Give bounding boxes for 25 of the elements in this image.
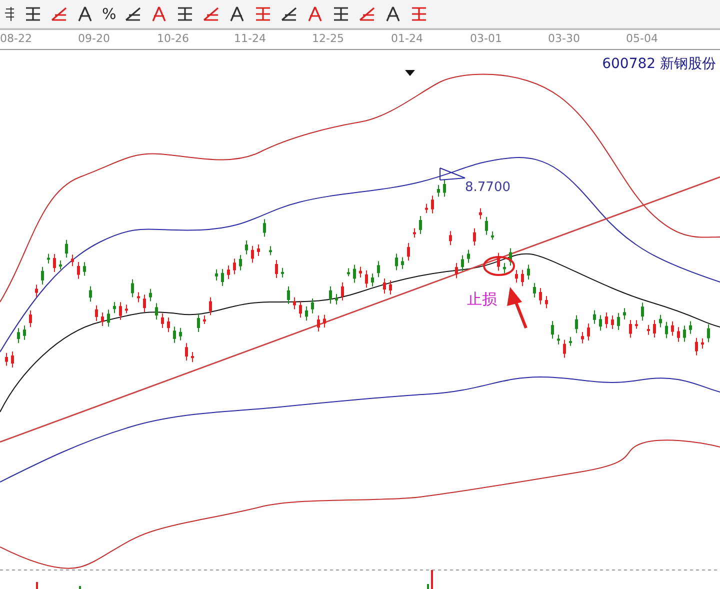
- date-label: 10-26: [157, 32, 189, 45]
- date-label: 08-22: [0, 32, 32, 45]
- toolbar-icon[interactable]: [280, 5, 298, 23]
- stop-loss-label: 止损: [467, 290, 497, 308]
- date-label: 12-25: [312, 32, 344, 45]
- toolbar-icon[interactable]: [332, 5, 350, 23]
- toolbar-icon[interactable]: [176, 5, 194, 23]
- cursor-marker-icon: [405, 70, 415, 76]
- date-label: 09-20: [78, 32, 110, 45]
- toolbar-icon[interactable]: [24, 5, 42, 23]
- date-label: 03-01: [470, 32, 502, 45]
- stock-title: 600782 新钢股份: [602, 56, 716, 72]
- percent-button[interactable]: %: [102, 5, 116, 23]
- toolbar-icon[interactable]: [124, 5, 142, 23]
- toolbar-icon[interactable]: [384, 5, 402, 23]
- date-label: 03-30: [548, 32, 580, 45]
- date-label: 01-24: [391, 32, 423, 45]
- stop-loss-circle: [483, 256, 515, 276]
- peak-price-label: 8.7700: [465, 180, 510, 195]
- toolbar-icon[interactable]: [228, 5, 246, 23]
- toolbar-icon[interactable]: [76, 5, 94, 23]
- arrow-icon: [507, 287, 528, 329]
- peak-marker-icon: [440, 168, 466, 180]
- date-label: 05-04: [626, 32, 658, 45]
- date-label: 11-24: [234, 32, 266, 45]
